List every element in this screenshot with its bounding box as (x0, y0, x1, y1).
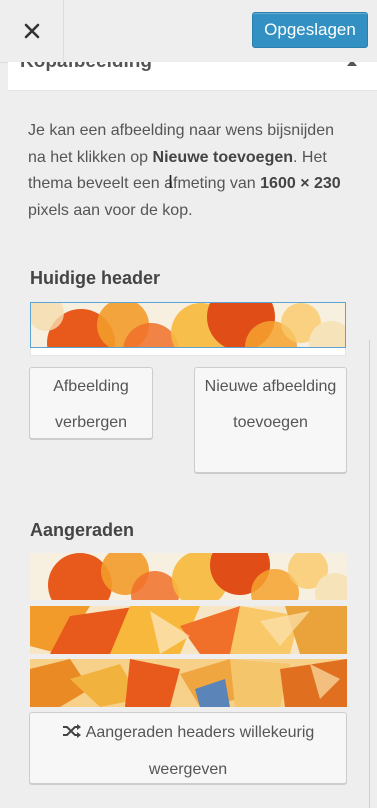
add-new-image-label: Nieuwe afbeelding toevoegen (204, 378, 337, 431)
customizer-header: Opgeslagen (0, 0, 377, 63)
shuffle-headers-button[interactable]: Aangeraden headers willekeurig weergeven (29, 712, 347, 784)
save-button[interactable]: Opgeslagen (252, 12, 368, 48)
suggested-header-3[interactable] (30, 659, 347, 707)
hide-image-label: Afbeelding verbergen (53, 378, 129, 431)
suggested-header-1[interactable] (30, 553, 347, 600)
suggested-header-1-artwork (30, 553, 347, 600)
section-header[interactable]: Kopafbeelding (8, 62, 377, 91)
scrollbar-track[interactable] (369, 340, 370, 808)
description-bold-1: Nieuwe toevoegen (152, 148, 294, 166)
suggested-heading: Aangeraden (30, 520, 135, 540)
current-header-artwork (31, 303, 345, 347)
current-header-underline (30, 348, 346, 356)
text-cursor-icon: I (168, 172, 174, 192)
shuffle-headers-label: Aangeraden headers willekeurig weergeven (85, 724, 315, 778)
suggested-header-2-artwork (30, 606, 347, 654)
description-bold-2: 1600 × 230 (260, 175, 341, 192)
current-header-image[interactable] (30, 302, 346, 348)
header-description: Je kan een afbeelding naar wens bijsnijd… (28, 118, 348, 224)
section-title: Kopafbeelding (20, 62, 152, 73)
suggested-header-3-artwork (30, 659, 347, 707)
current-header-heading: Huidige header (30, 268, 161, 288)
shuffle-icon (62, 724, 81, 738)
suggested-header-2[interactable] (30, 606, 347, 654)
hide-image-button[interactable]: Afbeelding verbergen (29, 367, 153, 439)
collapse-arrow-icon[interactable] (347, 62, 357, 66)
close-button[interactable] (0, 0, 64, 62)
close-icon (24, 23, 39, 39)
description-text-3: pixels aan voor de kop. (28, 201, 193, 219)
add-new-image-button[interactable]: Nieuwe afbeelding toevoegen (194, 367, 347, 473)
